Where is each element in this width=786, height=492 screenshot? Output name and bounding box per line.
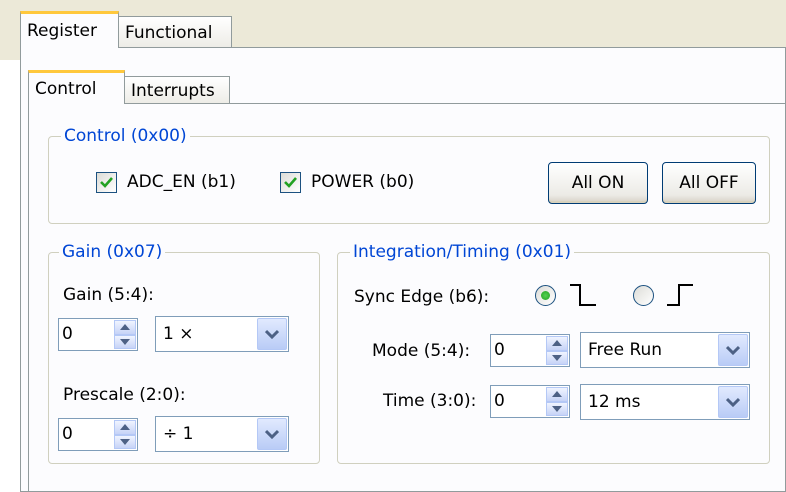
chevron-down-icon[interactable] xyxy=(257,318,287,350)
prescale-label: Prescale (2:0): xyxy=(63,385,186,405)
tab-functional-label: Functional xyxy=(125,23,213,43)
time-spinner-value: 0 xyxy=(494,391,505,411)
spin-up-icon[interactable] xyxy=(114,420,136,435)
timing-group-title: Integration/Timing (0x01) xyxy=(350,242,575,262)
tab-control-label: Control xyxy=(35,78,97,99)
prescale-select[interactable]: ÷ 1 xyxy=(155,416,289,452)
gain-spinner-value: 0 xyxy=(62,324,73,344)
all-off-label: All OFF xyxy=(679,173,739,193)
adc-en-label: ADC_EN (b1) xyxy=(127,172,236,192)
prescale-select-value: ÷ 1 xyxy=(163,424,194,444)
sync-edge-label: Sync Edge (b6): xyxy=(354,287,490,307)
control-group-title: Control (0x00) xyxy=(61,126,190,146)
mode-spinner[interactable]: 0 xyxy=(490,334,570,367)
check-icon xyxy=(100,177,113,188)
check-icon xyxy=(284,177,297,188)
chevron-down-icon[interactable] xyxy=(718,386,748,418)
rising-edge-icon xyxy=(667,284,693,306)
gain-select[interactable]: 1 × xyxy=(155,316,289,352)
mode-spinner-value: 0 xyxy=(494,340,505,360)
falling-edge-icon xyxy=(570,284,596,306)
time-label: Time (3:0): xyxy=(383,391,477,411)
power-checkbox[interactable] xyxy=(280,172,301,193)
power-label: POWER (b0) xyxy=(311,172,415,192)
gain-label: Gain (5:4): xyxy=(63,285,154,305)
spin-up-icon[interactable] xyxy=(546,336,568,351)
time-select-value: 12 ms xyxy=(588,392,641,412)
chevron-down-icon[interactable] xyxy=(257,418,287,450)
adc-en-checkbox[interactable] xyxy=(96,172,117,193)
tab-interrupts[interactable]: Interrupts xyxy=(124,76,230,105)
chevron-down-icon[interactable] xyxy=(718,334,748,366)
spin-down-icon[interactable] xyxy=(546,350,568,365)
tab-control[interactable]: Control xyxy=(28,70,125,104)
spin-up-icon[interactable] xyxy=(114,320,136,335)
all-off-button[interactable]: All OFF xyxy=(662,162,756,204)
spin-down-icon[interactable] xyxy=(114,434,136,449)
spin-down-icon[interactable] xyxy=(114,334,136,349)
gain-group-title: Gain (0x07) xyxy=(59,242,166,262)
gain-select-value: 1 × xyxy=(163,324,194,344)
all-on-button[interactable]: All ON xyxy=(548,162,648,204)
prescale-spinner-value: 0 xyxy=(62,424,73,444)
mode-select-value: Free Run xyxy=(588,340,663,360)
prescale-spinner[interactable]: 0 xyxy=(58,418,138,451)
tab-register[interactable]: Register xyxy=(20,11,119,48)
all-on-label: All ON xyxy=(571,173,625,193)
spin-up-icon[interactable] xyxy=(546,387,568,402)
tab-interrupts-label: Interrupts xyxy=(131,81,215,101)
mode-select[interactable]: Free Run xyxy=(580,332,750,368)
mode-label: Mode (5:4): xyxy=(372,341,471,361)
spin-down-icon[interactable] xyxy=(546,401,568,416)
time-spinner[interactable]: 0 xyxy=(490,385,570,418)
gain-spinner[interactable]: 0 xyxy=(58,318,138,351)
sync-rising-radio[interactable] xyxy=(633,285,654,306)
sync-falling-radio[interactable] xyxy=(535,285,556,306)
time-select[interactable]: 12 ms xyxy=(580,384,750,420)
tab-register-label: Register xyxy=(27,21,97,41)
radio-dot xyxy=(541,291,550,300)
tab-functional[interactable]: Functional xyxy=(118,16,232,49)
